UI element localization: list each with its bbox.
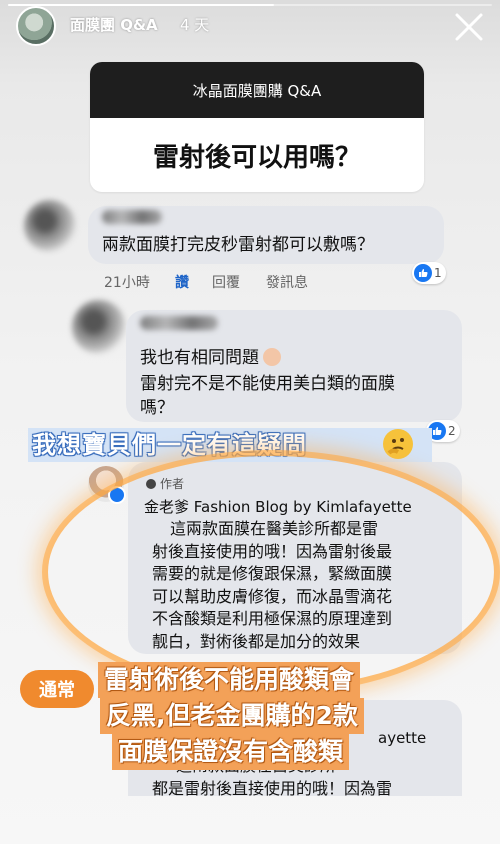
comment-line: 我也有相同問題 xyxy=(140,348,259,368)
commenter-avatar xyxy=(72,300,126,354)
text-sticker-line: 面膜保證沒有含酸類 xyxy=(112,734,350,770)
commenter-avatar xyxy=(24,200,76,252)
reaction-count[interactable]: 1 xyxy=(412,262,446,284)
comment-text: 我也有相同問題 xyxy=(140,346,281,371)
text-sticker-pill: 通常 xyxy=(20,670,94,708)
story-progress-bar xyxy=(8,4,492,6)
highlight-circle xyxy=(48,456,494,688)
close-icon[interactable] xyxy=(452,10,486,44)
thinking-face-icon xyxy=(383,429,413,459)
commenter-name-redacted xyxy=(102,210,162,224)
reply-link[interactable]: 回覆 xyxy=(212,272,240,292)
story-viewer: 面膜團 Q&A 4 天 冰晶面膜團購 Q&A 雷射後可以用嗎？ 兩款面膜打完皮秒… xyxy=(0,0,500,844)
qa-question: 雷射後可以用嗎？ xyxy=(152,142,361,173)
comment-line: 雷射完不是不能使用美白類的面膜 xyxy=(140,374,395,394)
story-progress-fill xyxy=(8,4,275,6)
qa-banner: 冰晶面膜團購 Q&A 雷射後可以用嗎？ xyxy=(90,62,424,192)
send-message-link[interactable]: 發訊息 xyxy=(266,272,308,292)
hand-raise-emoji-icon xyxy=(263,348,281,366)
comment-text: 兩款面膜打完皮秒雷射都可以敷嗎？ xyxy=(102,235,374,255)
reaction-count-value: 1 xyxy=(434,266,442,280)
like-link[interactable]: 讚 xyxy=(175,272,189,292)
thumbs-up-icon xyxy=(414,264,432,282)
author-name: ayette xyxy=(378,729,427,747)
qa-banner-title: 冰晶面膜團購 Q&A xyxy=(90,62,424,118)
story-username[interactable]: 面膜團 Q&A xyxy=(70,14,158,35)
author-comment-line: 都是雷射後直接使用的哦！因為雷 xyxy=(152,779,393,798)
text-sticker-line: 雷射術後不能用酸類會 xyxy=(98,662,361,698)
avatar[interactable] xyxy=(16,6,56,46)
text-sticker-line: 反黑,但老金團購的2款 xyxy=(100,698,364,734)
comment-time: 21小時 xyxy=(104,275,150,291)
comment-line: 嗎？ xyxy=(140,398,174,418)
story-timestamp: 4 天 xyxy=(180,16,210,34)
commenter-name-redacted xyxy=(140,316,218,330)
reaction-count-value: 2 xyxy=(448,424,456,438)
